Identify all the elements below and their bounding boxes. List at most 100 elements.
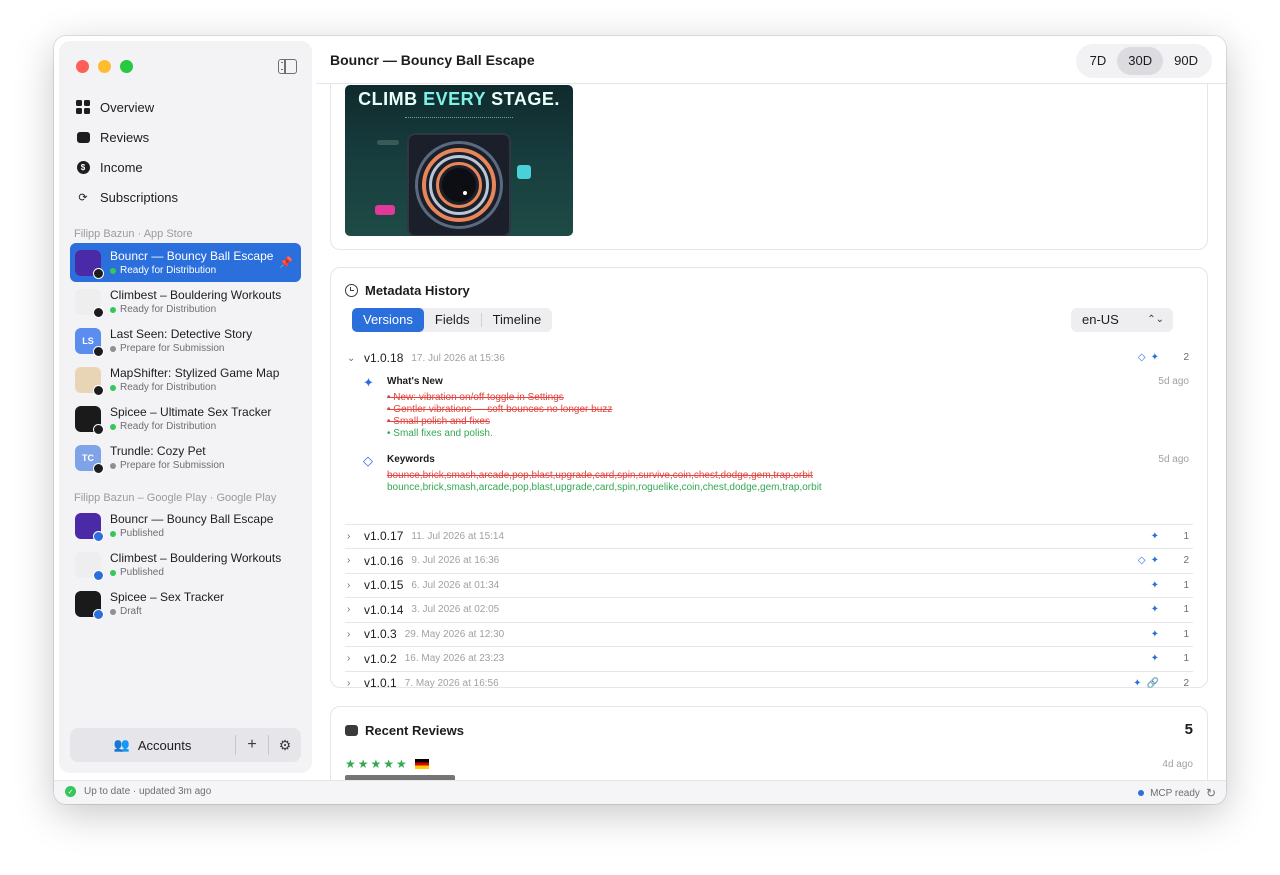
metadata-tabs: Versions Fields Timeline <box>352 308 553 332</box>
version-row-expanded[interactable]: ⌄ v1.0.18 17. Jul 2026 at 15:36 ◇ ✦ 2 <box>345 346 1193 371</box>
germany-flag-icon <box>414 759 429 769</box>
add-account-button[interactable]: + <box>236 728 268 762</box>
chevron-down-icon: ⌄ <box>347 352 356 364</box>
app-window: Overview Reviews $ Income ⟳ Subscription… <box>54 36 1226 804</box>
page-title: Bouncr — Bouncy Ball Escape <box>330 52 535 68</box>
section-label-google-play: Filipp Bazun – Google Play · Google Play <box>74 492 277 504</box>
close-window-button[interactable] <box>76 60 89 73</box>
nav-item-reviews[interactable]: Reviews <box>76 122 296 152</box>
up-down-chevron-icon: ⌃⌄ <box>1147 314 1164 325</box>
change-type-icons: ✦ <box>1151 604 1159 615</box>
mcp-status: MCP ready ↻ <box>1138 786 1216 800</box>
tab-versions[interactable]: Versions <box>352 308 424 332</box>
version-list: ⌄ v1.0.18 17. Jul 2026 at 15:36 ◇ ✦ 2 ✦ … <box>345 346 1193 695</box>
version-row[interactable]: › v1.0.15 6. Jul 2026 at 01:34 ✦ 1 <box>345 572 1193 598</box>
google-play-badge-icon <box>93 608 104 620</box>
version-row[interactable]: › v1.0.3 29. May 2026 at 12:30 ✦ 1 <box>345 621 1193 647</box>
google-play-app-list: Bouncr — Bouncy Ball Escape Published Clim… <box>70 506 301 623</box>
app-icon <box>75 405 104 435</box>
sidebar-app-item[interactable]: Bouncr — Bouncy Ball Escape Ready for Dis… <box>70 243 301 282</box>
app-name: Spicee – Sex Tracker <box>110 590 225 604</box>
version-row[interactable]: › v1.0.2 16. May 2026 at 23:23 ✦ 1 <box>345 646 1193 671</box>
app-name: Last Seen: Detective Story <box>110 327 253 341</box>
version-date: 29. May 2026 at 12:30 <box>404 628 505 640</box>
version-row[interactable]: › v1.0.16 9. Jul 2026 at 16:36 ◇ ✦ 2 <box>345 548 1193 573</box>
status-dot <box>110 423 116 430</box>
change-count: 1 <box>1183 653 1189 664</box>
sidebar-app-item[interactable]: TC Trundle: Cozy Pet Prepare for Submissio… <box>70 438 301 477</box>
version-row[interactable]: › v1.0.1 7. May 2026 at 16:56 ✦ 🔗 2 <box>345 670 1193 696</box>
time-range-selector: 7D 30D 90D <box>1075 44 1212 78</box>
status-dot <box>110 267 116 274</box>
promo-title: CLIMB EVERY STAGE. <box>358 89 560 109</box>
settings-button[interactable]: ⚙ <box>269 728 301 762</box>
locale-select[interactable]: en-US ⌃⌄ <box>1071 308 1173 332</box>
removed-line: • New: vibration on/off toggle in Settin… <box>387 391 564 403</box>
status-dot <box>110 569 116 576</box>
zoom-window-button[interactable] <box>120 60 133 73</box>
recent-reviews-header: Recent Reviews <box>345 723 464 738</box>
pin-icon[interactable]: 📌 <box>279 256 293 269</box>
chevron-right-icon: › <box>347 653 351 665</box>
bubble-icon <box>345 725 358 736</box>
change-type-icons: ✦ <box>1151 580 1159 591</box>
change-field-title: Keywords <box>387 453 435 465</box>
nav-item-subscriptions[interactable]: ⟳ Subscriptions <box>76 182 296 212</box>
metadata-history-header: Metadata History <box>345 283 470 298</box>
promo-chip <box>517 165 531 179</box>
refresh-icon[interactable]: ↻ <box>1206 786 1216 800</box>
tab-timeline[interactable]: Timeline <box>482 308 553 332</box>
app-status: Prepare for Submission <box>110 343 285 354</box>
bubble-icon <box>76 130 90 144</box>
review-time-ago: 4d ago <box>1162 759 1193 770</box>
sidebar-app-item[interactable]: Bouncr — Bouncy Ball Escape Published <box>70 506 301 545</box>
range-90d[interactable]: 90D <box>1163 47 1209 75</box>
app-store-badge-icon <box>93 267 104 279</box>
sidebar-app-item[interactable]: Climbest – Bouldering Workouts Ready for … <box>70 282 301 321</box>
chevron-right-icon: › <box>347 628 351 640</box>
removed-line: • Small polish and fixes <box>387 415 490 427</box>
app-screenshot[interactable]: CLIMB EVERY STAGE. <box>345 85 573 236</box>
sync-status: ✓ Up to date · updated 3m ago <box>65 786 211 797</box>
scroll-content[interactable]: CLIMB EVERY STAGE. Metadata History Vers… <box>330 84 1208 780</box>
version-number: v1.0.14 <box>364 602 404 617</box>
change-type-icons: ✦ <box>1151 629 1159 640</box>
nav-item-overview[interactable]: Overview <box>76 92 296 122</box>
version-number: v1.0.1 <box>364 676 397 691</box>
version-date: 7. May 2026 at 16:56 <box>404 677 499 689</box>
accounts-button[interactable]: 👥 Accounts <box>70 728 235 762</box>
app-name: Bouncr — Bouncy Ball Escape <box>110 249 274 263</box>
range-30d[interactable]: 30D <box>1117 47 1164 75</box>
sidebar-app-item[interactable]: LS Last Seen: Detective Story Prepare for … <box>70 321 301 360</box>
promo-chip <box>377 140 399 145</box>
change-count: 2 <box>1183 555 1189 566</box>
sidebar-toggle-icon[interactable] <box>278 59 297 74</box>
app-status: Published <box>110 567 285 578</box>
app-name: MapShifter: Stylized Game Map <box>110 366 280 380</box>
nav-item-income[interactable]: $ Income <box>76 152 296 182</box>
keywords-diff: bounce,brick,smash,arcade,pop,blast,upgr… <box>387 470 822 494</box>
tab-fields[interactable]: Fields <box>424 308 481 332</box>
removed-line: • Gentler vibrations — soft bounces no l… <box>387 403 613 415</box>
minimize-window-button[interactable] <box>98 60 111 73</box>
status-dot <box>110 462 116 469</box>
version-row[interactable]: › v1.0.17 11. Jul 2026 at 15:14 ✦ 1 <box>345 523 1193 549</box>
app-store-badge-icon <box>93 345 104 357</box>
sparkle-icon: ✦ <box>363 374 374 390</box>
sidebar-app-item[interactable]: Spicee – Sex Tracker Draft <box>70 584 301 623</box>
sidebar-app-item[interactable]: Spicee – Ultimate Sex Tracker Ready for D… <box>70 399 301 438</box>
range-7d[interactable]: 7D <box>1079 47 1118 75</box>
change-type-icons: ✦ <box>1151 653 1159 664</box>
sidebar-app-item[interactable]: Climbest – Bouldering Workouts Published <box>70 545 301 584</box>
app-name: Trundle: Cozy Pet <box>110 444 206 458</box>
sidebar: Overview Reviews $ Income ⟳ Subscription… <box>60 42 311 772</box>
sidebar-app-item[interactable]: MapShifter: Stylized Game Map Ready for D… <box>70 360 301 399</box>
metadata-history-card: Metadata History Versions Fields Timelin… <box>330 267 1208 690</box>
status-dot <box>110 306 116 313</box>
version-number: v1.0.3 <box>364 627 397 642</box>
nav-label: Subscriptions <box>100 189 179 205</box>
version-row[interactable]: › v1.0.14 3. Jul 2026 at 02:05 ✦ 1 <box>345 597 1193 622</box>
metadata-history-title: Metadata History <box>365 283 470 298</box>
promo-subtitle <box>405 117 513 125</box>
change-field-title: What's New <box>387 375 443 387</box>
